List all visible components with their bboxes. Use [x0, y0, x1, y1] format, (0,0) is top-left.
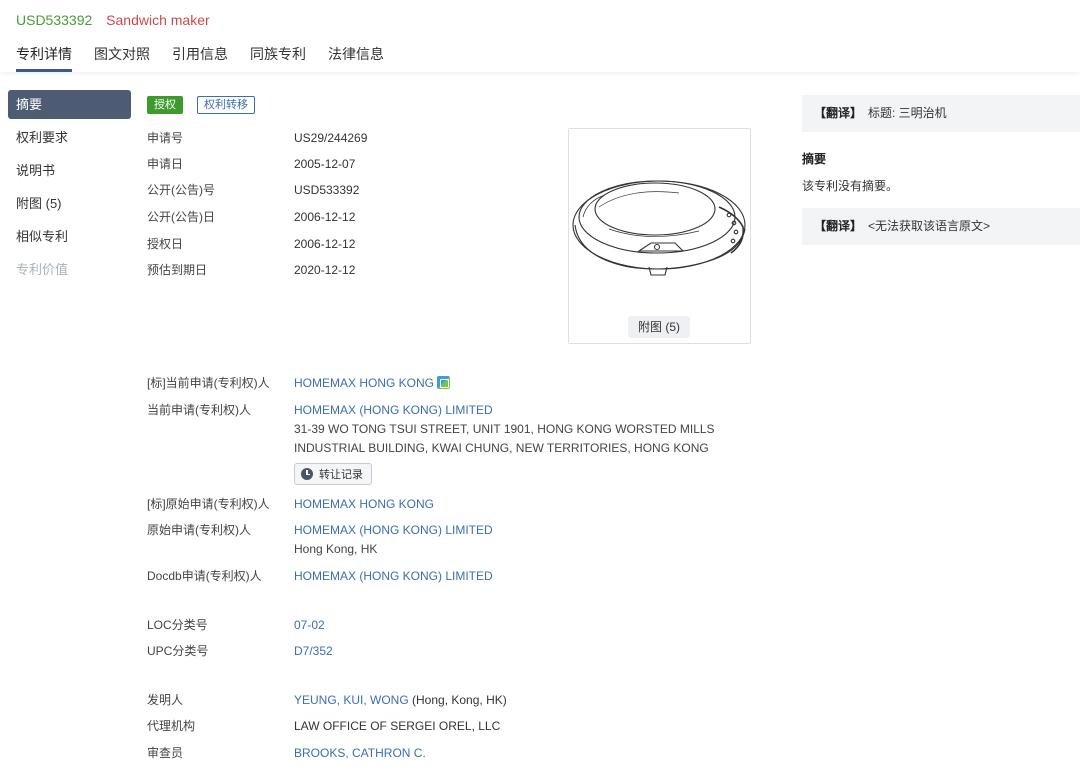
original-text-box: 【翻译】 <无法获取该语言原文> — [802, 208, 1080, 245]
transfer-history-button[interactable]: 转让记录 — [294, 463, 372, 485]
original-unavailable-text: <无法获取该语言原文> — [868, 219, 991, 233]
sidebar-item-figures[interactable]: 附图 (5) — [8, 189, 131, 222]
sandwich-maker-drawing — [572, 180, 746, 276]
sidebar: 摘要 权利要求 说明书 附图 (5) 相似专利 专利价值 — [8, 90, 131, 288]
docdb-applicant-link[interactable]: HOMEMAX (HONG KONG) LIMITED — [294, 567, 493, 586]
field-value: 2005-12-07 — [294, 157, 356, 171]
title-translation: 标题: 三明治机 — [868, 106, 947, 120]
translate-tag[interactable]: 【翻译】 — [814, 106, 862, 120]
field-label: [标]原始申请(专利权)人 — [147, 497, 270, 511]
field-label: [标]当前申请(专利权)人 — [147, 376, 270, 390]
field-value: 2006-12-12 — [294, 210, 356, 224]
field-label: 授权日 — [147, 237, 184, 251]
original-applicant-location: Hong Kong, HK — [294, 542, 378, 556]
std-original-applicant-link[interactable]: HOMEMAX HONG KONG — [294, 495, 434, 514]
clock-icon — [301, 468, 313, 480]
field-label: 公开(公告)号 — [147, 183, 215, 197]
abstract-text: 该专利没有摘要。 — [802, 179, 899, 193]
tab-family[interactable]: 同族专利 — [250, 44, 306, 72]
upc-code-link[interactable]: D7/352 — [294, 642, 333, 661]
patent-id: USD533392 — [16, 12, 93, 28]
original-applicant-link[interactable]: HOMEMAX (HONG KONG) LIMITED — [294, 521, 493, 540]
main-tabs: 专利详情 图文对照 引用信息 同族专利 法律信息 — [16, 44, 406, 72]
tab-legal[interactable]: 法律信息 — [328, 44, 384, 72]
field-value: 2006-12-12 — [294, 237, 356, 251]
company-logo-icon[interactable] — [437, 376, 451, 389]
field-label: 原始申请(专利权)人 — [147, 523, 251, 537]
field-label: 申请日 — [147, 157, 184, 171]
sidebar-item-abstract[interactable]: 摘要 — [8, 90, 131, 119]
field-value: 2020-12-12 — [294, 263, 356, 277]
field-label: Docdb申请(专利权)人 — [147, 569, 262, 583]
abstract-heading: 摘要 — [802, 152, 827, 166]
sidebar-item-value: 专利价值 — [16, 262, 69, 277]
figure-thumbnail[interactable]: 附图 (5) — [568, 128, 751, 344]
field-label: 公开(公告)日 — [147, 210, 215, 224]
field-label: 代理机构 — [147, 719, 196, 733]
field-value: USD533392 — [294, 183, 360, 197]
inventor-value: YEUNG, KUI, WONG (Hong, Kong, HK) — [294, 691, 507, 710]
status-badge-granted: 授权 — [147, 96, 183, 114]
header-bar: USD533392 Sandwich maker 专利详情 图文对照 引用信息 … — [0, 0, 1080, 72]
examiner-link[interactable]: BROOKS, CATHRON C. — [294, 744, 426, 763]
field-value: US29/244269 — [294, 131, 368, 145]
field-label: LOC分类号 — [147, 618, 208, 632]
patent-title: Sandwich maker — [106, 12, 210, 28]
current-applicant-address-line1: 31-39 WO TONG TSUI STREET, UNIT 1901, HO… — [294, 422, 715, 436]
figures-button[interactable]: 附图 (5) — [628, 316, 691, 338]
field-label: UPC分类号 — [147, 644, 209, 658]
field-label: 发明人 — [147, 693, 184, 707]
sidebar-item-claims[interactable]: 权利要求 — [8, 123, 131, 156]
status-badge-transfer[interactable]: 权利转移 — [197, 96, 255, 114]
title-translation-box: 【翻译】 标题: 三明治机 — [802, 95, 1080, 132]
current-applicant-address-line2: INDUSTRIAL BUILDING, KWAI CHUNG, NEW TER… — [294, 441, 709, 455]
field-label: 申请号 — [147, 131, 184, 145]
patent-title-row: USD533392 Sandwich maker — [16, 12, 210, 28]
translate-tag[interactable]: 【翻译】 — [814, 219, 862, 233]
tab-image-text[interactable]: 图文对照 — [94, 44, 150, 72]
sidebar-item-similar[interactable]: 相似专利 — [8, 222, 131, 255]
current-applicant-link[interactable]: HOMEMAX (HONG KONG) LIMITED — [294, 401, 493, 420]
field-label: 审查员 — [147, 746, 184, 760]
tab-patent-details[interactable]: 专利详情 — [16, 44, 72, 72]
loc-code-link[interactable]: 07-02 — [294, 616, 325, 635]
transfer-history-label: 转让记录 — [319, 469, 363, 481]
inventor-link[interactable]: YEUNG, KUI, WONG — [294, 693, 409, 707]
field-label: 预估到期日 — [147, 263, 208, 277]
sidebar-item-description[interactable]: 说明书 — [8, 156, 131, 189]
tab-citations[interactable]: 引用信息 — [172, 44, 228, 72]
field-label: 当前申请(专利权)人 — [147, 403, 251, 417]
inventor-location: (Hong, Kong, HK) — [408, 693, 507, 707]
applicant-name[interactable]: HOMEMAX HONG KONG — [294, 376, 434, 390]
std-current-applicant-link[interactable]: HOMEMAX HONG KONG — [294, 374, 451, 393]
agency-value: LAW OFFICE OF SERGEI OREL, LLC — [294, 719, 501, 733]
